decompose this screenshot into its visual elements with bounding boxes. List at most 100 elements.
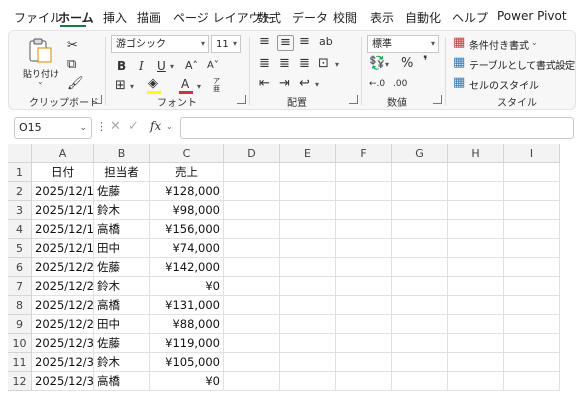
cell-d10[interactable] — [224, 334, 280, 353]
number-format-select[interactable]: 標準 — [367, 35, 439, 53]
cell-f3[interactable] — [336, 201, 392, 220]
cell-g9[interactable] — [392, 315, 448, 334]
cell-i9[interactable] — [504, 315, 560, 334]
cell-c1[interactable]: 売上 — [150, 163, 224, 182]
cell-i1[interactable] — [504, 163, 560, 182]
conditional-format-button[interactable]: 条件付き書式 — [469, 37, 529, 52]
cell-h5[interactable] — [448, 239, 504, 258]
cell-a12[interactable]: 2025/12/3 — [32, 372, 94, 391]
cell-h10[interactable] — [448, 334, 504, 353]
cell-f5[interactable] — [336, 239, 392, 258]
cell-d6[interactable] — [224, 258, 280, 277]
cell-h6[interactable] — [448, 258, 504, 277]
cell-f4[interactable] — [336, 220, 392, 239]
increase-indent-icon[interactable]: ⇥ — [279, 77, 290, 91]
tab-file[interactable]: ファイル — [14, 9, 62, 26]
column-header-g[interactable]: G — [392, 144, 448, 163]
row-header[interactable]: 8 — [8, 296, 32, 315]
format-as-table-button[interactable]: テーブルとして書式設定 — [469, 57, 575, 72]
column-header-c[interactable]: C — [150, 144, 224, 163]
cell-a8[interactable]: 2025/12/2 — [32, 296, 94, 315]
column-header-d[interactable]: D — [224, 144, 280, 163]
enter-icon[interactable]: ✓ — [128, 119, 139, 134]
row-header[interactable]: 10 — [8, 334, 32, 353]
cell-d8[interactable] — [224, 296, 280, 315]
cell-f9[interactable] — [336, 315, 392, 334]
cell-f8[interactable] — [336, 296, 392, 315]
paste-button[interactable]: 貼り付け ⌄ — [23, 37, 59, 86]
copy-icon[interactable]: ⧉ — [67, 58, 76, 72]
font-color-button[interactable]: A — [181, 77, 189, 91]
cell-d1[interactable] — [224, 163, 280, 182]
decrease-decimal-icon[interactable]: .00 — [393, 77, 407, 91]
cell-b3[interactable]: 鈴木 — [94, 201, 150, 220]
cell-e5[interactable] — [280, 239, 336, 258]
cell-e3[interactable] — [280, 201, 336, 220]
row-header[interactable]: 6 — [8, 258, 32, 277]
cell-d3[interactable] — [224, 201, 280, 220]
tab-insert[interactable]: 挿入 — [103, 9, 127, 26]
alignment-launcher-icon[interactable] — [349, 95, 358, 104]
shrink-font-button[interactable]: A˅ — [207, 59, 219, 73]
underline-button[interactable]: U — [157, 59, 166, 73]
currency-icon[interactable]: 💱 — [369, 57, 385, 71]
cell-f11[interactable] — [336, 353, 392, 372]
more-options-icon[interactable]: ⋮ — [96, 120, 107, 133]
cell-e10[interactable] — [280, 334, 336, 353]
cell-b7[interactable]: 鈴木 — [94, 277, 150, 296]
tab-review[interactable]: 校閲 — [333, 9, 357, 26]
font-launcher-icon[interactable] — [237, 95, 246, 104]
column-header-i[interactable]: I — [504, 144, 560, 163]
tab-power-pivot[interactable]: Power Pivot — [497, 9, 567, 23]
cell-b10[interactable]: 佐藤 — [94, 334, 150, 353]
cell-g8[interactable] — [392, 296, 448, 315]
cell-g5[interactable] — [392, 239, 448, 258]
cell-e11[interactable] — [280, 353, 336, 372]
cell-h8[interactable] — [448, 296, 504, 315]
italic-button[interactable]: I — [139, 59, 144, 73]
select-all-corner[interactable] — [8, 144, 32, 163]
cell-d9[interactable] — [224, 315, 280, 334]
insert-function-button[interactable]: fx — [150, 119, 161, 133]
cell-i8[interactable] — [504, 296, 560, 315]
cell-i4[interactable] — [504, 220, 560, 239]
row-header[interactable]: 4 — [8, 220, 32, 239]
cell-i5[interactable] — [504, 239, 560, 258]
cell-h11[interactable] — [448, 353, 504, 372]
formula-input[interactable] — [180, 117, 574, 139]
cell-f10[interactable] — [336, 334, 392, 353]
font-name-select[interactable]: 游ゴシック — [111, 35, 209, 53]
tab-draw[interactable]: 描画 — [137, 9, 161, 26]
cell-e4[interactable] — [280, 220, 336, 239]
cell-b6[interactable]: 佐藤 — [94, 258, 150, 277]
cell-h7[interactable] — [448, 277, 504, 296]
cell-a7[interactable]: 2025/12/2 — [32, 277, 94, 296]
decrease-indent-icon[interactable]: ⇤ — [259, 77, 270, 91]
orientation-icon[interactable]: ab — [319, 35, 333, 49]
cell-i6[interactable] — [504, 258, 560, 277]
cell-b12[interactable]: 高橋 — [94, 372, 150, 391]
cell-e12[interactable] — [280, 372, 336, 391]
cell-f7[interactable] — [336, 277, 392, 296]
row-header[interactable]: 2 — [8, 182, 32, 201]
row-header[interactable]: 5 — [8, 239, 32, 258]
cell-d7[interactable] — [224, 277, 280, 296]
cell-h4[interactable] — [448, 220, 504, 239]
cell-c4[interactable]: ¥156,000 — [150, 220, 224, 239]
number-launcher-icon[interactable] — [433, 95, 442, 104]
row-header[interactable]: 12 — [8, 372, 32, 391]
border-icon[interactable]: ⊞ — [115, 79, 126, 93]
cell-b9[interactable]: 田中 — [94, 315, 150, 334]
cell-d12[interactable] — [224, 372, 280, 391]
tab-help[interactable]: ヘルプ — [452, 9, 488, 26]
column-header-a[interactable]: A — [32, 144, 94, 163]
cell-g4[interactable] — [392, 220, 448, 239]
cell-f1[interactable] — [336, 163, 392, 182]
tab-home[interactable]: ホーム — [58, 9, 94, 26]
cell-g1[interactable] — [392, 163, 448, 182]
cell-a3[interactable]: 2025/12/1 — [32, 201, 94, 220]
cell-c7[interactable]: ¥0 — [150, 277, 224, 296]
column-header-e[interactable]: E — [280, 144, 336, 163]
cell-h3[interactable] — [448, 201, 504, 220]
cell-a11[interactable]: 2025/12/3 — [32, 353, 94, 372]
